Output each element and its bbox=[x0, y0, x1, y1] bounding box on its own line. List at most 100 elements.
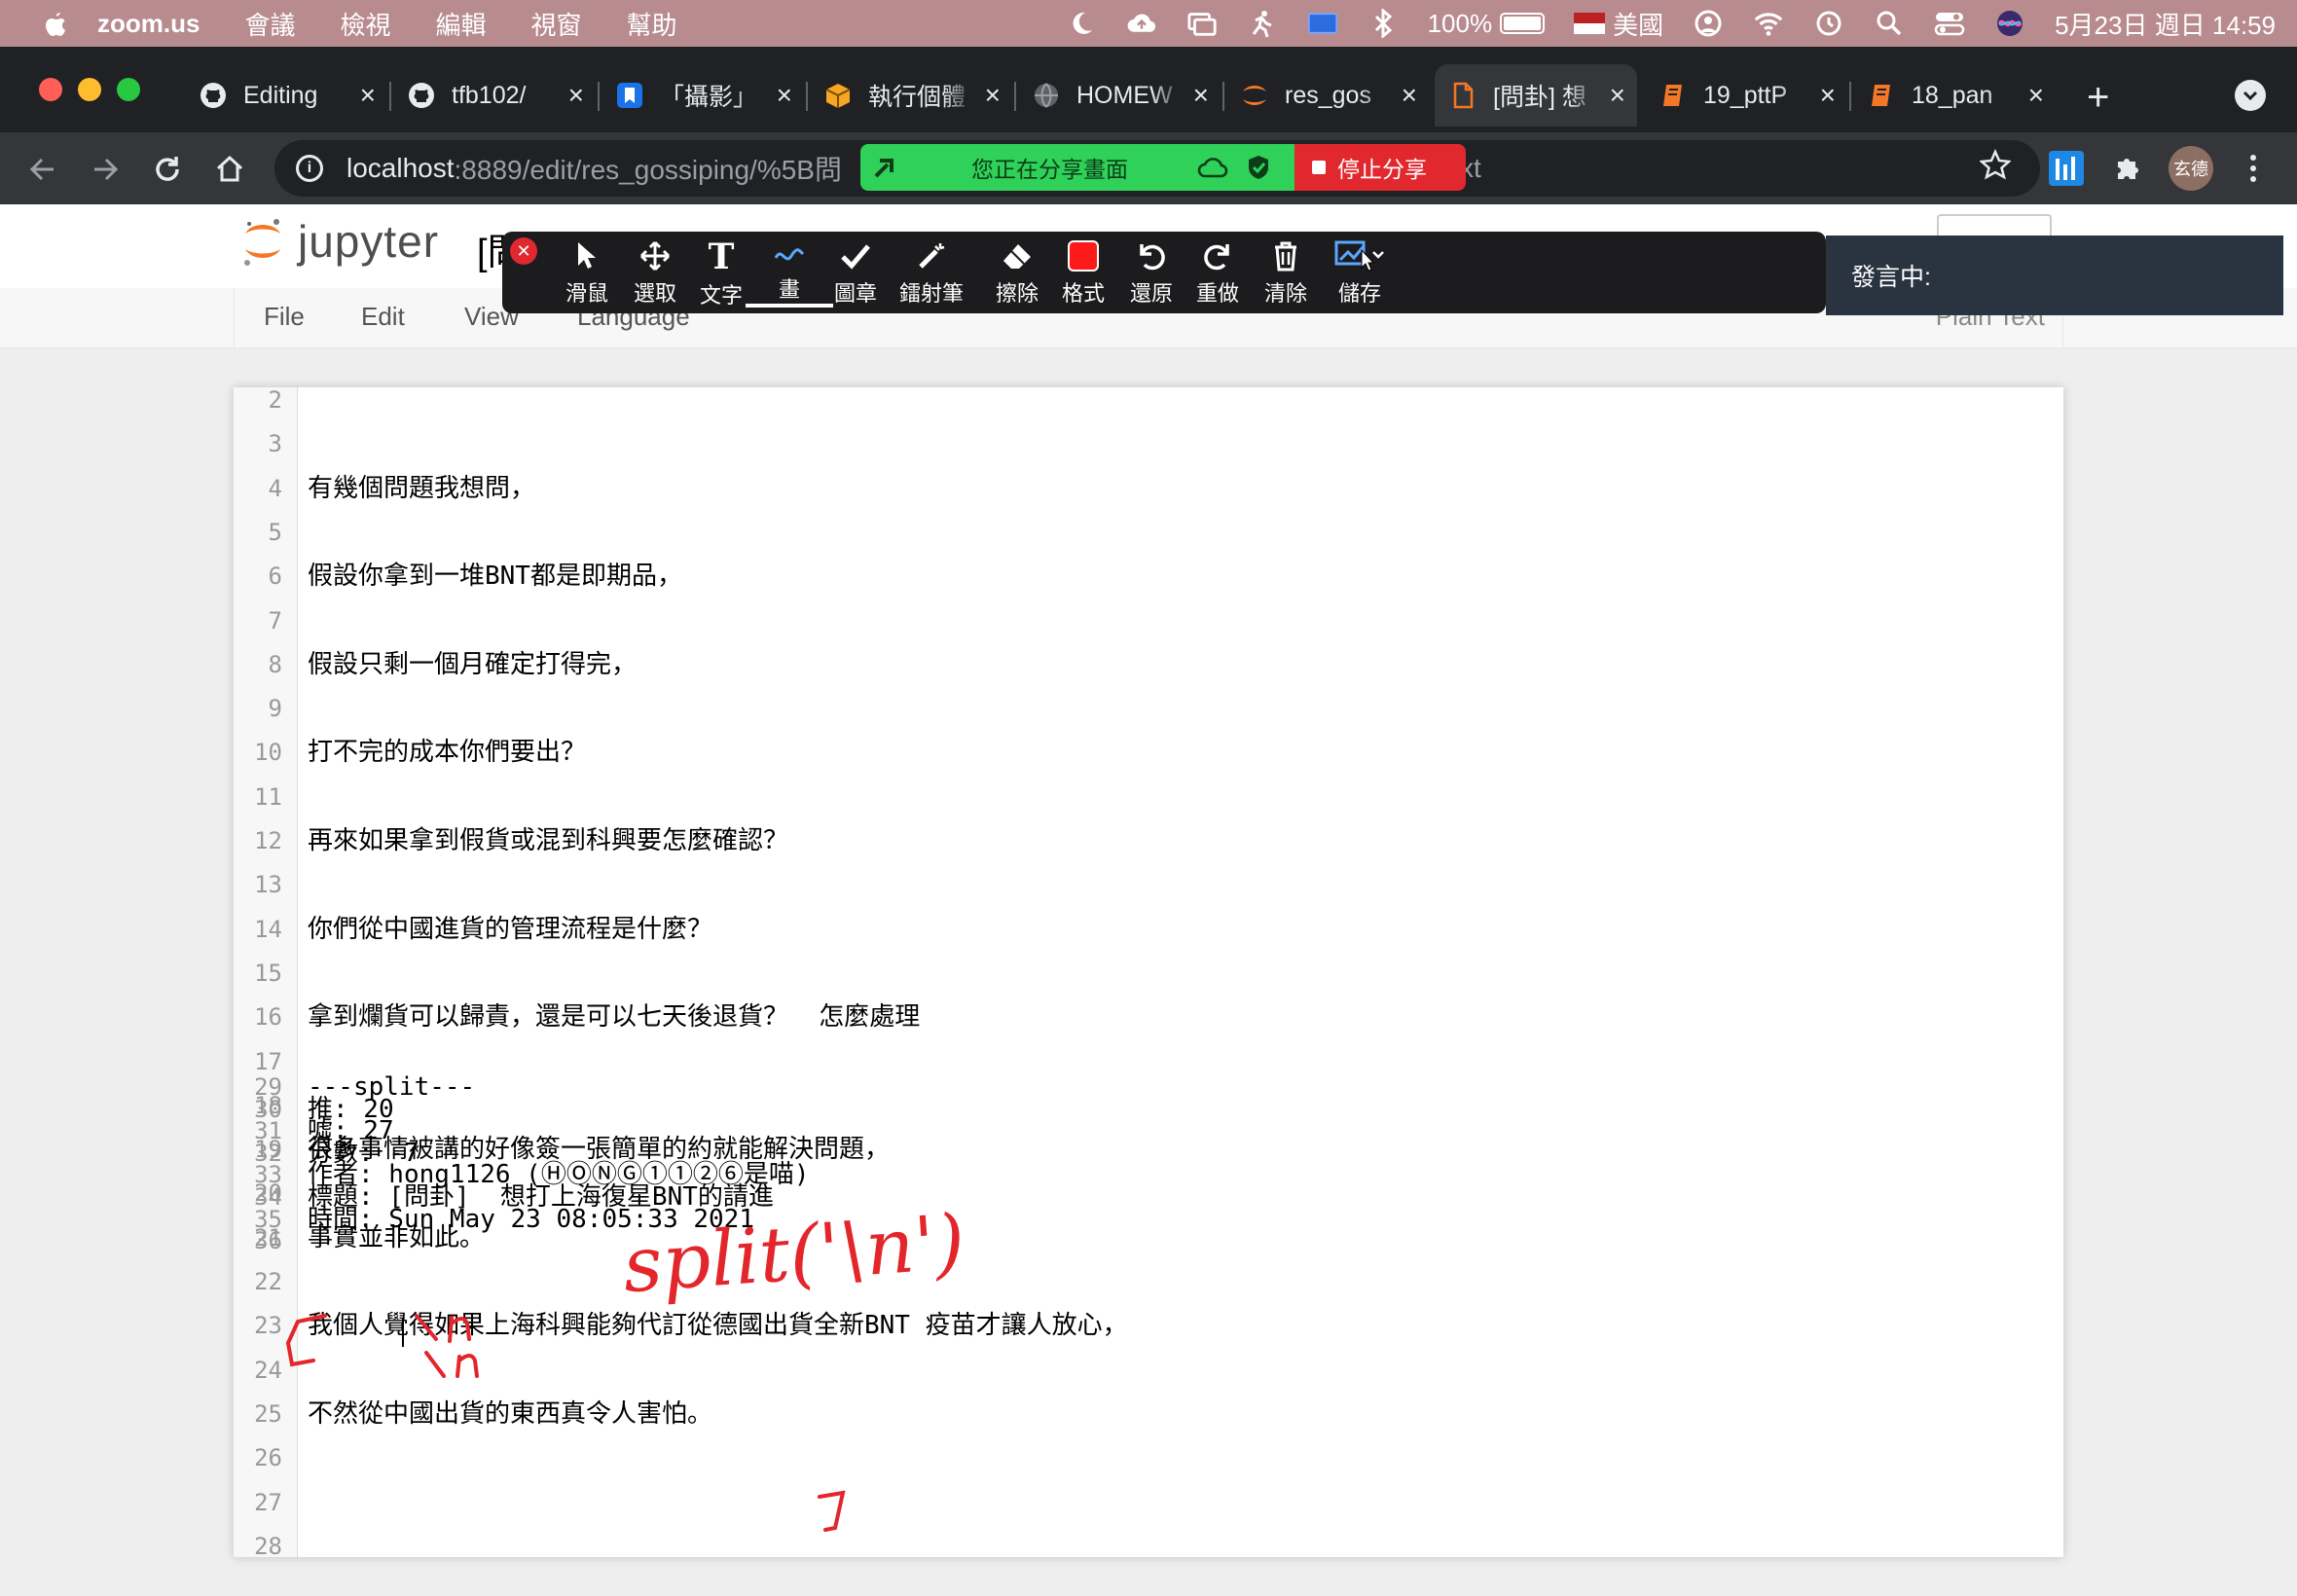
line-text: 假設只剩一個月確定打得完， bbox=[308, 649, 638, 679]
editor-line[interactable]: 9 bbox=[234, 692, 2063, 725]
browser-menu-icon[interactable] bbox=[2231, 146, 2276, 191]
screen-mirror-icon[interactable] bbox=[1186, 8, 1218, 39]
editor-line[interactable]: 12 再來如果拿到假貨或混到科興要怎麼確認？ bbox=[234, 824, 2063, 857]
user-account-icon[interactable] bbox=[1693, 8, 1724, 39]
new-tab-button[interactable]: + bbox=[2087, 76, 2109, 120]
bookmark-star-icon[interactable] bbox=[1978, 148, 2013, 188]
editor-line[interactable]: 2 bbox=[234, 387, 2063, 417]
browser-tab[interactable]: 「攝影」 × bbox=[602, 64, 804, 127]
editor-line[interactable]: 16 拿到爛貨可以歸責，還是可以七天後退貨？ 怎麼處理 bbox=[234, 1000, 2063, 1034]
editor-line[interactable]: 13 bbox=[234, 868, 2063, 901]
close-annotation-icon[interactable]: ✕ bbox=[510, 237, 537, 265]
editor-line[interactable]: 14 你們從中國進貨的管理流程是什麼？ bbox=[234, 913, 2063, 946]
text-editor[interactable]: 2 3 4 有幾個問題我想問， 5 6 假設你拿到一堆BNT都是即期品， 7 8 假設只剩一個月確… bbox=[234, 387, 2063, 1557]
annotation-tool-save[interactable]: 儲存 bbox=[1316, 237, 1404, 308]
editor-line[interactable]: 26 bbox=[234, 1441, 2063, 1474]
wifi-icon[interactable] bbox=[1753, 8, 1784, 39]
tab-title: 18_pan bbox=[1912, 81, 1993, 109]
bluetooth-icon[interactable] bbox=[1367, 8, 1399, 39]
jupyter-logo[interactable]: jupyter bbox=[239, 214, 439, 269]
editor-line[interactable]: 6 假設你拿到一堆BNT都是即期品， bbox=[234, 560, 2063, 593]
tab-close-icon[interactable]: × bbox=[1402, 80, 1417, 111]
share-status[interactable]: 您正在分享畫面 bbox=[860, 144, 1294, 191]
tab-close-icon[interactable]: × bbox=[2028, 80, 2044, 111]
browser-tab[interactable]: HOMEW × bbox=[1018, 64, 1221, 127]
package-icon bbox=[825, 84, 851, 108]
tab-close-icon[interactable]: × bbox=[985, 80, 1001, 111]
extensions-puzzle-icon[interactable] bbox=[2106, 146, 2151, 191]
reload-button[interactable] bbox=[148, 150, 187, 189]
browser-tab[interactable]: Editing × bbox=[185, 64, 387, 127]
browser-tab[interactable]: 執行個體 × bbox=[810, 64, 1012, 127]
stop-share-label: 停止分享 bbox=[1337, 157, 1427, 182]
back-button[interactable] bbox=[23, 150, 62, 189]
tab-close-icon[interactable]: × bbox=[1610, 80, 1625, 111]
editor-line[interactable]: 11 bbox=[234, 780, 2063, 814]
time-machine-icon[interactable] bbox=[1813, 8, 1844, 39]
menu-edit-jupyter[interactable]: Edit bbox=[361, 302, 405, 332]
editor-line[interactable]: 23 我個人覺得如果上海科興能夠代訂從德國出貨全新BNT 疫苗才讓人放心， bbox=[234, 1309, 2063, 1342]
extension-chart-icon[interactable] bbox=[2044, 146, 2089, 191]
editor-line[interactable]: 24 bbox=[234, 1354, 2063, 1387]
editor-line[interactable]: 22 bbox=[234, 1265, 2063, 1298]
menu-file[interactable]: File bbox=[264, 302, 305, 332]
running-figure-icon[interactable] bbox=[1247, 8, 1278, 39]
pointer-icon bbox=[572, 237, 602, 274]
menu-view[interactable]: 檢視 bbox=[340, 6, 390, 42]
site-info-icon[interactable]: i bbox=[296, 155, 323, 182]
menu-edit[interactable]: 編輯 bbox=[435, 6, 486, 42]
menu-meeting[interactable]: 會議 bbox=[244, 6, 295, 42]
control-center-icon[interactable] bbox=[1934, 8, 1965, 39]
editor-line[interactable]: 25 不然從中國出貨的東西真令人害怕。 bbox=[234, 1397, 2063, 1431]
editor-line[interactable]: 3 bbox=[234, 427, 2063, 460]
menu-app-name[interactable]: zoom.us bbox=[97, 9, 200, 39]
menu-help[interactable]: 幫助 bbox=[627, 6, 677, 42]
spotlight-search-icon[interactable] bbox=[1874, 8, 1905, 39]
speaking-indicator: 發言中: bbox=[1826, 236, 2283, 315]
editor-line[interactable]: 5 bbox=[234, 516, 2063, 549]
browser-tab[interactable]: [問卦] 想 × bbox=[1435, 64, 1637, 127]
profile-avatar[interactable]: 玄德 bbox=[2169, 146, 2213, 191]
editor-line[interactable]: 28 bbox=[234, 1530, 2063, 1557]
editor-line[interactable]: 10 打不完的成本你們要出？ bbox=[234, 736, 2063, 769]
line-number: 26 bbox=[254, 1444, 282, 1472]
tab-close-icon[interactable]: × bbox=[1820, 80, 1836, 111]
browser-tab-strip: Editing × tfb102/ × 「攝影」 × 執行個體 × HOMEW × res_gos ×… bbox=[0, 47, 2297, 140]
window-close-button[interactable] bbox=[39, 78, 62, 101]
forward-button[interactable] bbox=[86, 150, 125, 189]
menu-window[interactable]: 視窗 bbox=[531, 6, 582, 42]
annotation-tool-laser-pen[interactable]: 鐳射筆 bbox=[888, 237, 975, 308]
editor-line[interactable]: 15 bbox=[234, 957, 2063, 990]
browser-tab[interactable]: res_gos × bbox=[1226, 64, 1429, 127]
stop-share-button[interactable]: 停止分享 bbox=[1294, 144, 1466, 191]
home-button[interactable] bbox=[210, 150, 249, 189]
window-zoom-button[interactable] bbox=[117, 78, 140, 101]
zoom-share-status-icon[interactable] bbox=[1307, 8, 1338, 39]
cloud-upload-icon[interactable] bbox=[1126, 8, 1157, 39]
tab-close-icon[interactable]: × bbox=[360, 80, 376, 111]
tab-close-icon[interactable]: × bbox=[777, 80, 792, 111]
cloud-icon bbox=[1197, 158, 1228, 178]
line-number: 8 bbox=[268, 650, 282, 678]
menubar-datetime[interactable]: 5月23日 週日 14:59 bbox=[2055, 6, 2276, 42]
tab-close-icon[interactable]: × bbox=[1193, 80, 1209, 111]
browser-tab[interactable]: tfb102/ × bbox=[393, 64, 596, 127]
apple-logo-icon[interactable] bbox=[41, 9, 70, 38]
annotation-tool-stamp-check[interactable]: 圖章 bbox=[812, 237, 899, 308]
browser-tab[interactable]: 18_pan × bbox=[1853, 64, 2056, 127]
tab-search-button[interactable] bbox=[2235, 80, 2266, 111]
tab-close-icon[interactable]: × bbox=[568, 80, 584, 111]
tab-separator bbox=[1222, 82, 1224, 111]
tab-separator bbox=[1014, 82, 1016, 111]
window-minimize-button[interactable] bbox=[78, 78, 101, 101]
editor-line[interactable]: 8 假設只剩一個月確定打得完， bbox=[234, 648, 2063, 681]
editor-line[interactable]: 27 bbox=[234, 1486, 2063, 1519]
editor-line[interactable]: 4 有幾個問題我想問， bbox=[234, 472, 2063, 505]
siri-icon[interactable] bbox=[1994, 8, 2025, 39]
battery-indicator[interactable]: 100% bbox=[1428, 9, 1546, 39]
browser-tab[interactable]: 19_pttP × bbox=[1645, 64, 1847, 127]
editor-line[interactable]: 36 bbox=[234, 1224, 2063, 1257]
moon-icon[interactable] bbox=[1066, 8, 1097, 39]
input-source[interactable]: 美國 bbox=[1574, 6, 1663, 42]
editor-line[interactable]: 7 bbox=[234, 604, 2063, 637]
